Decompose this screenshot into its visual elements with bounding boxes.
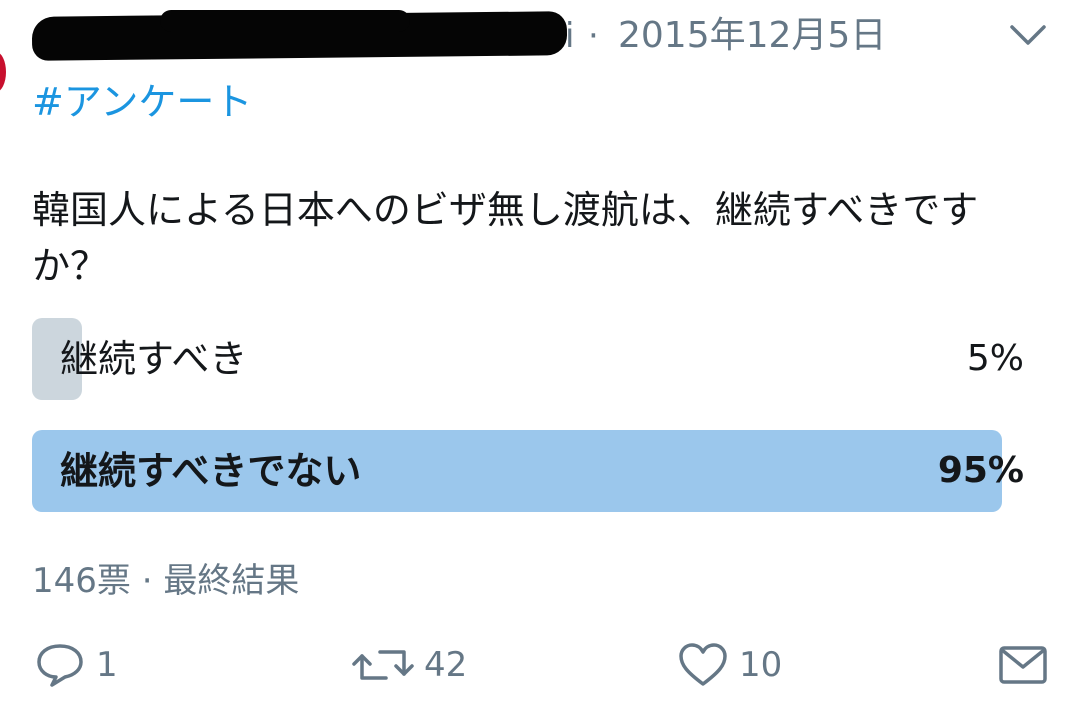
tweet-text: 韓国人による日本へのビザ無し渡航は、継続すべきですか？ xyxy=(32,188,979,288)
tweet-header: i · 2015年12月5日 xyxy=(0,0,1081,92)
poll-option-percent: 95% xyxy=(937,450,1024,491)
reply-icon xyxy=(37,644,83,687)
poll-option-label: 継続すべき xyxy=(60,337,248,381)
like-button[interactable]: 10 xyxy=(677,630,782,700)
message-icon xyxy=(999,646,1047,684)
poll-option-2: 継続すべきでない 95% xyxy=(32,430,1024,512)
like-icon xyxy=(679,643,727,686)
chevron-down-icon[interactable] xyxy=(1008,20,1048,50)
poll-status: 最終結果 xyxy=(163,561,300,601)
date-separator: · xyxy=(588,16,599,56)
tweet-date[interactable]: 2015年12月5日 xyxy=(618,14,886,58)
retweet-button[interactable]: 42 xyxy=(352,630,467,700)
reply-count: 1 xyxy=(96,645,118,685)
retweet-count: 42 xyxy=(424,645,468,685)
meta-separator: · xyxy=(141,561,153,601)
poll-option-label: 継続すべきでない xyxy=(60,449,362,493)
vote-count: 146票 xyxy=(32,561,131,601)
poll-option-1: 継続すべき 5% xyxy=(32,318,1024,400)
redacted-username-extra xyxy=(160,10,410,32)
poll-meta: 146票 · 最終結果 xyxy=(32,555,299,607)
tweet-actions: 1 42 10 xyxy=(0,630,1081,700)
direct-message-button[interactable] xyxy=(998,630,1058,700)
handle-tail: i xyxy=(565,16,575,56)
poll-option-percent: 5% xyxy=(966,338,1024,379)
hashtag-link[interactable]: #アンケート xyxy=(32,78,252,126)
avatar[interactable] xyxy=(0,52,6,92)
reply-button[interactable]: 1 xyxy=(34,630,118,700)
like-count: 10 xyxy=(739,645,783,685)
retweet-icon xyxy=(352,650,414,680)
